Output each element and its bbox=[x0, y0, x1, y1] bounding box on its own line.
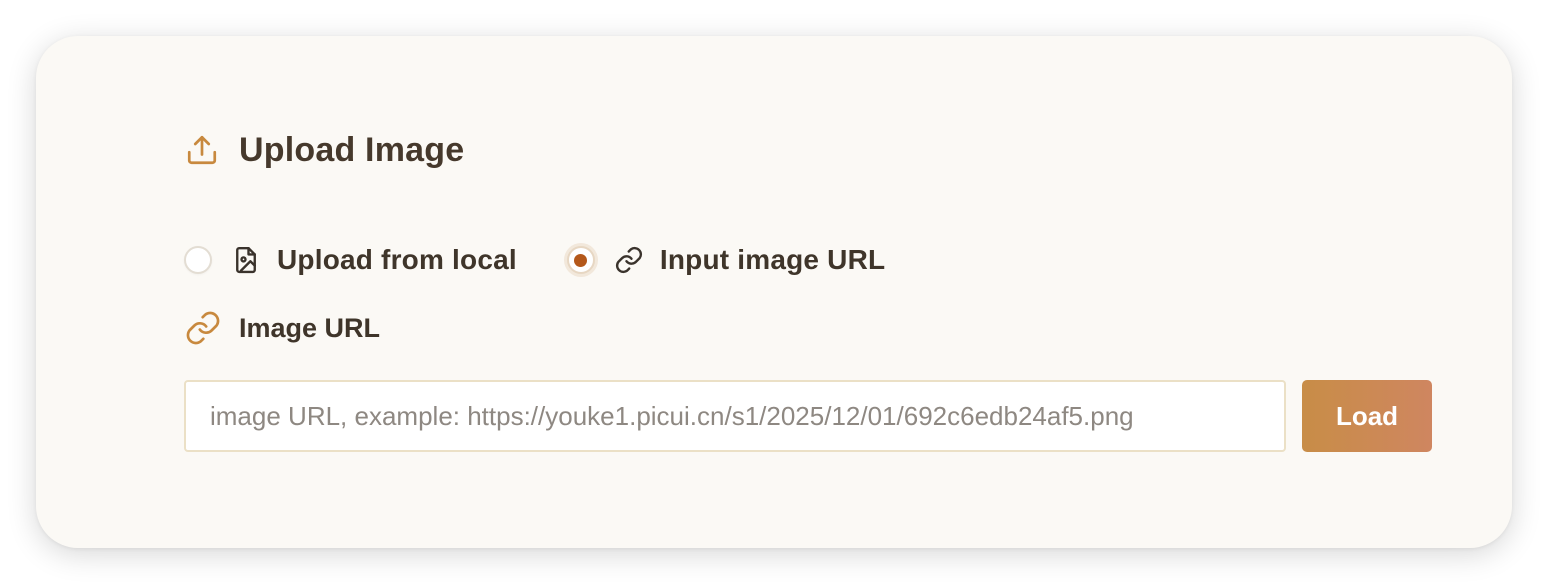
page-title: Upload Image bbox=[239, 130, 465, 169]
upload-mode-radio-group: Upload from local Input image URL bbox=[184, 242, 885, 278]
image-url-label: Image URL bbox=[239, 312, 381, 343]
image-file-icon bbox=[231, 245, 261, 275]
load-button[interactable]: Load bbox=[1302, 380, 1432, 452]
upload-card: Upload Image Upload from local Input ima… bbox=[36, 36, 1512, 548]
link-icon bbox=[184, 309, 222, 347]
image-url-input[interactable] bbox=[184, 380, 1286, 452]
upload-icon bbox=[184, 132, 220, 168]
radio-button-input-url[interactable] bbox=[566, 246, 595, 274]
radio-label-input-url[interactable]: Input image URL bbox=[660, 244, 885, 276]
radio-option-input-url[interactable]: Input image URL bbox=[566, 244, 885, 276]
radio-option-upload-local[interactable]: Upload from local bbox=[184, 244, 517, 276]
url-input-row: Load bbox=[184, 380, 1432, 452]
link-icon bbox=[614, 245, 644, 275]
image-url-label-row: Image URL bbox=[184, 308, 380, 348]
radio-label-upload-local[interactable]: Upload from local bbox=[277, 244, 517, 276]
radio-selected-dot bbox=[574, 253, 588, 267]
section-header: Upload Image bbox=[184, 130, 464, 170]
radio-button-upload-local[interactable] bbox=[184, 246, 212, 274]
